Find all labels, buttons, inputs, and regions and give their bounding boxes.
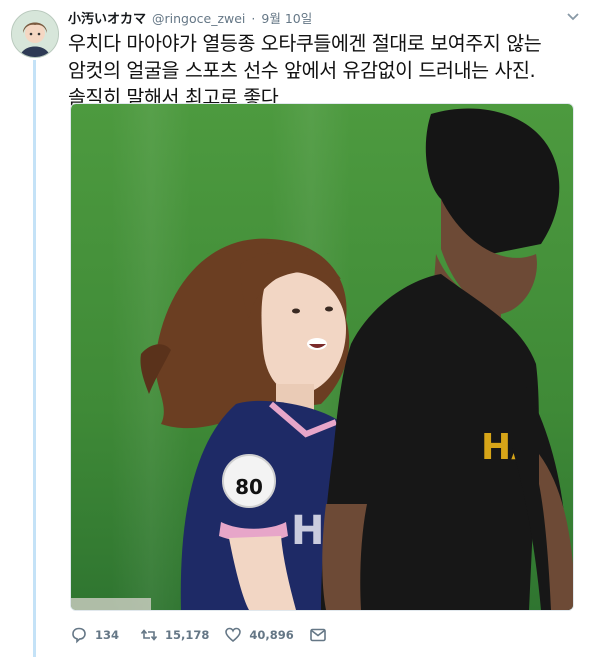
like-button[interactable]: 40,896 xyxy=(224,626,294,644)
tweet-actions: 134 15,178 40,896 xyxy=(70,624,349,646)
like-count: 40,896 xyxy=(249,628,294,642)
direct-message-button[interactable] xyxy=(309,626,334,644)
tweet-header: 小汚いオカマ @ringoce_zwei · 9월 10일 xyxy=(68,8,555,28)
retweet-count: 15,178 xyxy=(165,628,210,642)
chevron-down-icon[interactable] xyxy=(566,12,580,22)
tweet-text: 우치다 마아야가 열등종 오타쿠들에겐 절대로 보여주지 않는 암컷의 얼굴을 … xyxy=(68,32,542,109)
display-name[interactable]: 小汚いオカマ xyxy=(68,8,146,27)
reply-icon xyxy=(70,626,88,644)
retweet-button[interactable]: 15,178 xyxy=(140,626,209,644)
thread-line xyxy=(33,60,36,657)
reply-button[interactable]: 134 xyxy=(70,626,119,644)
heart-icon xyxy=(224,626,242,644)
retweet-icon xyxy=(140,626,158,644)
svg-text:H: H xyxy=(291,508,324,554)
username-handle[interactable]: @ringoce_zwei xyxy=(152,11,245,26)
header-separator: · xyxy=(251,11,256,26)
tweet-photo[interactable]: 80 H HA xyxy=(70,103,574,611)
tweet-date[interactable]: 9월 10일 xyxy=(261,8,312,27)
reply-count: 134 xyxy=(95,628,120,642)
jersey-number: 80 xyxy=(235,475,263,499)
avatar[interactable] xyxy=(11,10,59,58)
direct-message-icon xyxy=(309,626,327,644)
avatar-illustration xyxy=(12,11,58,57)
photo-baseball-field: 80 H HA xyxy=(71,104,573,610)
